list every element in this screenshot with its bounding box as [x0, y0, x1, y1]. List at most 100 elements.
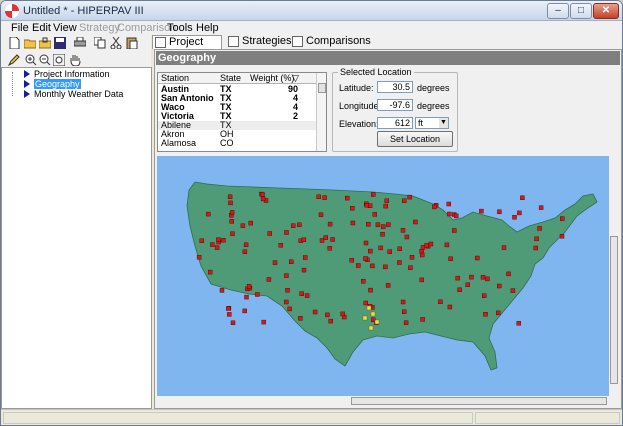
pencil-icon[interactable] — [8, 54, 20, 66]
us-map-svg[interactable] — [157, 156, 609, 396]
copy-icon[interactable] — [94, 37, 106, 49]
station-marker[interactable] — [368, 287, 373, 293]
station-marker[interactable] — [419, 249, 424, 254]
col-station-header[interactable]: Station — [161, 73, 189, 84]
station-marker[interactable] — [216, 237, 221, 242]
station-marker[interactable] — [261, 319, 266, 325]
station-marker[interactable] — [260, 196, 266, 202]
latitude-field[interactable]: 30.5 — [377, 81, 413, 93]
station-marker[interactable] — [375, 222, 381, 227]
station-marker[interactable] — [516, 321, 521, 326]
station-marker[interactable] — [408, 265, 413, 270]
station-marker[interactable] — [325, 312, 330, 318]
station-marker[interactable] — [446, 201, 451, 207]
elevation-unit-select[interactable]: ft ▼ — [415, 117, 449, 129]
us-map[interactable] — [157, 156, 609, 396]
station-marker[interactable] — [361, 278, 366, 284]
station-marker[interactable] — [312, 309, 318, 315]
zoom-extent-icon[interactable] — [53, 54, 65, 66]
tab-project-info[interactable]: Project Info — [152, 35, 222, 61]
station-list[interactable]: Station State Weight (%) ▽ Austin TX 90 … — [157, 72, 327, 152]
station-marker[interactable] — [284, 299, 289, 305]
station-marker[interactable] — [228, 200, 233, 206]
station-marker[interactable] — [537, 226, 542, 231]
station-marker[interactable] — [520, 195, 525, 200]
zoom-out-icon[interactable] — [39, 54, 51, 66]
station-marker[interactable] — [227, 312, 232, 317]
station-marker[interactable] — [480, 274, 486, 280]
station-marker[interactable] — [266, 277, 272, 282]
cut-icon[interactable] — [110, 37, 122, 49]
station-marker[interactable] — [457, 287, 462, 293]
station-marker[interactable] — [483, 311, 488, 317]
tab-comparisons[interactable]: Comparisons — [290, 35, 371, 49]
station-marker[interactable] — [401, 309, 407, 315]
station-marker[interactable] — [420, 252, 425, 258]
station-marker[interactable] — [356, 263, 361, 268]
station-marker[interactable] — [497, 283, 502, 289]
station-marker[interactable] — [199, 238, 204, 244]
station-marker[interactable] — [402, 198, 407, 203]
station-marker[interactable] — [407, 194, 412, 200]
station-marker[interactable] — [242, 308, 247, 314]
selected-station-marker[interactable] — [374, 319, 380, 325]
station-marker[interactable] — [386, 222, 391, 227]
tree-item-geography[interactable]: Geography — [6, 79, 81, 89]
tree-item-project-information[interactable]: Project Information — [6, 69, 110, 79]
station-marker[interactable] — [229, 219, 234, 224]
chevron-down-icon[interactable]: ▼ — [439, 118, 448, 128]
station-marker[interactable] — [316, 194, 321, 199]
station-marker[interactable] — [482, 293, 487, 298]
col-state-header[interactable]: State — [220, 73, 241, 84]
station-marker[interactable] — [327, 221, 333, 227]
menu-tools[interactable]: Tools — [167, 22, 193, 34]
station-marker[interactable] — [349, 258, 355, 263]
close-button[interactable]: ✕ — [593, 3, 619, 19]
station-marker[interactable] — [290, 223, 296, 228]
station-marker[interactable] — [230, 320, 236, 326]
station-marker[interactable] — [370, 192, 376, 197]
station-marker[interactable] — [444, 242, 450, 248]
station-marker[interactable] — [364, 203, 369, 208]
station-marker[interactable] — [370, 263, 375, 269]
station-marker[interactable] — [363, 256, 368, 261]
station-marker[interactable] — [301, 237, 307, 243]
maximize-button[interactable]: □ — [570, 3, 592, 19]
station-marker[interactable] — [284, 230, 289, 235]
station-marker[interactable] — [260, 192, 265, 197]
station-marker[interactable] — [196, 255, 202, 260]
station-marker[interactable] — [363, 240, 369, 246]
station-list-scrollbar[interactable] — [316, 73, 326, 151]
station-marker[interactable] — [534, 236, 539, 242]
minimize-button[interactable]: – — [547, 3, 569, 19]
tab-strategies[interactable]: Strategies — [226, 35, 292, 49]
station-marker[interactable] — [230, 231, 235, 236]
station-marker[interactable] — [538, 205, 544, 210]
station-marker[interactable] — [284, 273, 289, 278]
menu-edit[interactable]: Edit — [32, 22, 51, 34]
station-marker[interactable] — [385, 283, 391, 288]
station-marker[interactable] — [227, 194, 233, 199]
lock-folder-icon[interactable] — [39, 37, 51, 49]
scrollbar-thumb[interactable] — [351, 397, 607, 405]
station-marker[interactable] — [517, 210, 522, 216]
station-marker[interactable] — [419, 277, 424, 283]
station-marker[interactable] — [210, 242, 215, 247]
open-folder-icon[interactable] — [24, 37, 36, 49]
save-icon[interactable] — [54, 37, 66, 49]
station-marker[interactable] — [330, 237, 335, 242]
station-marker[interactable] — [448, 256, 453, 262]
station-marker[interactable] — [533, 245, 538, 251]
menu-view[interactable]: View — [53, 22, 77, 34]
station-marker[interactable] — [400, 299, 406, 305]
station-marker[interactable] — [221, 237, 226, 243]
station-marker[interactable] — [246, 283, 252, 289]
print-icon[interactable] — [74, 37, 86, 49]
set-location-button[interactable]: Set Location — [377, 131, 453, 147]
selected-station-marker[interactable] — [366, 305, 372, 311]
station-marker[interactable] — [344, 195, 350, 201]
station-marker[interactable] — [485, 276, 490, 282]
station-marker[interactable] — [301, 267, 307, 273]
station-marker[interactable] — [560, 216, 565, 221]
station-marker[interactable] — [559, 233, 565, 239]
